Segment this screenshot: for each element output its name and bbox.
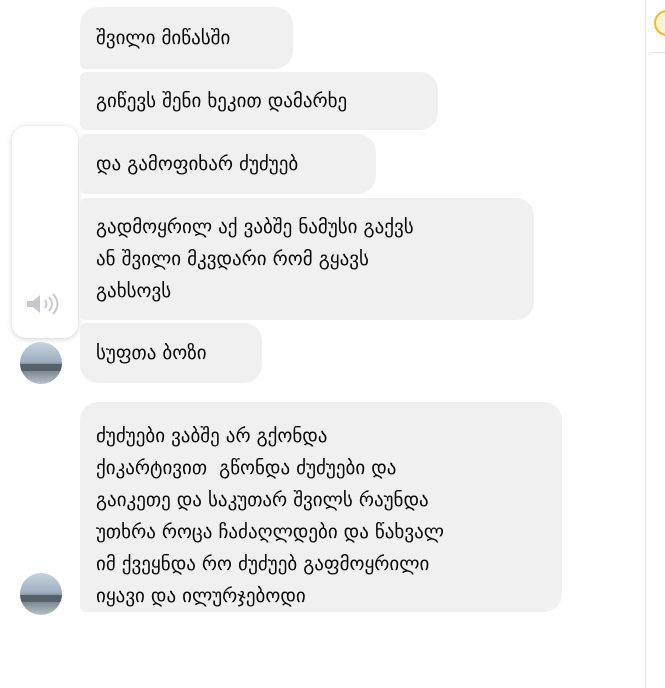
message-bubble[interactable]: და გამოფიხარ ძუძუებ [80,134,376,194]
message-bubble[interactable]: სუფთა ბოზი [80,323,262,383]
sender-avatar[interactable] [20,342,62,384]
message-bubble[interactable]: ძუძუები ვაბშე არ გქონდა ქიკარტივით გწონდ… [80,402,562,612]
message-bubble[interactable]: შვილი მიწასში [80,7,293,69]
message-bubble[interactable]: გადმოყრილ აქ ვაბშე ნამუსი გაქვს ან შვილი… [80,198,534,320]
panel-divider [645,0,646,688]
sender-avatar[interactable] [20,573,62,615]
speaker-volume-icon[interactable] [24,292,64,316]
corner-divider [650,52,665,53]
corner-avatar[interactable] [654,10,665,36]
message-bubble[interactable]: გიწევს შენი ხეკით დამარხე [80,72,438,130]
